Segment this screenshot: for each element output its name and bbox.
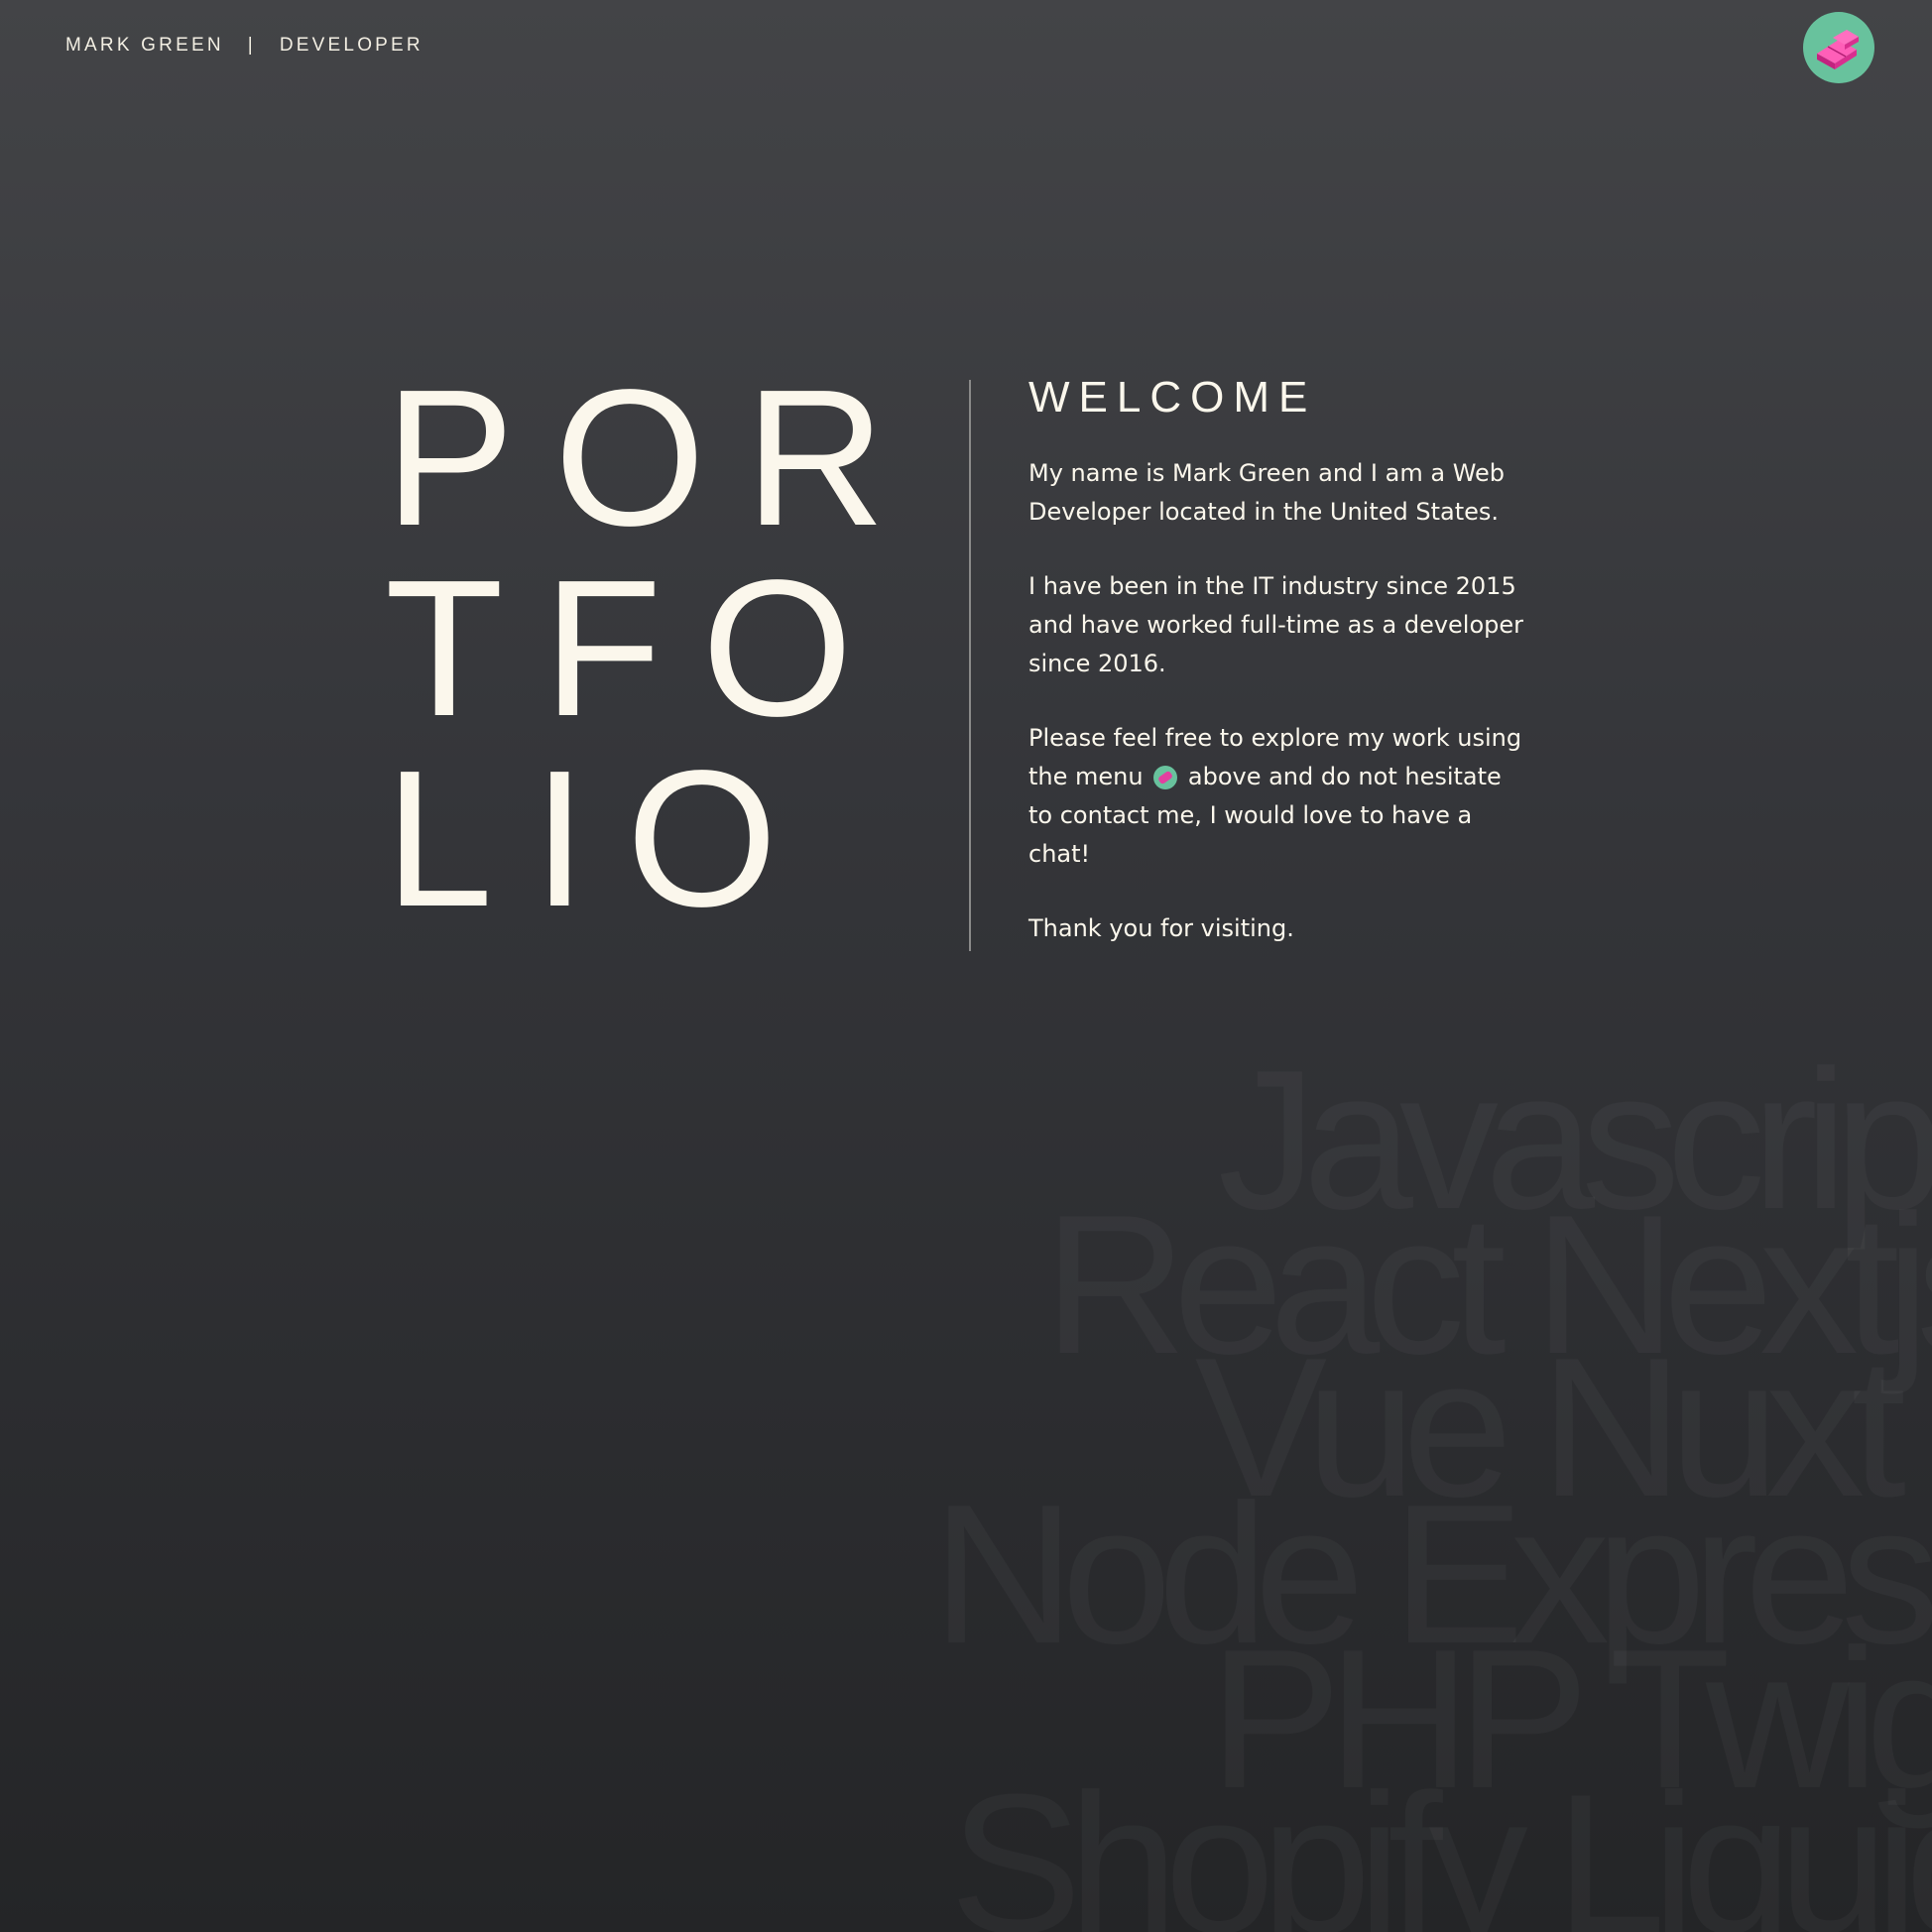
tech-item: React Nextjs — [1043, 1186, 1932, 1385]
menu-inline-icon — [1153, 766, 1178, 789]
intro-paragraph: I have been in the IT industry since 201… — [1028, 572, 1524, 677]
intro-paragraph: Thank you for visiting. — [1028, 914, 1294, 942]
vertical-divider — [969, 380, 971, 951]
welcome-heading: WELCOME — [1028, 373, 1317, 422]
keycap-icon — [1817, 30, 1859, 69]
tech-item: Vue Nuxt — [1195, 1329, 1892, 1527]
tech-item: Javascript — [1218, 1041, 1932, 1240]
intro-paragraph: Please feel free to explore my work usin… — [1028, 719, 1524, 874]
title-line: LIO — [385, 730, 817, 947]
menu-button[interactable] — [1803, 12, 1874, 83]
intro-paragraph: My name is Mark Green and I am a Web Dev… — [1028, 459, 1506, 526]
tech-item: PHP Twig — [1209, 1621, 1932, 1819]
title-line: POR — [385, 349, 925, 566]
brand-separator: | — [247, 35, 256, 56]
brand-role: DEVELOPER — [279, 35, 423, 56]
portfolio-title: POR TFO LIO — [385, 349, 940, 947]
tech-item: Node Express — [932, 1476, 1932, 1674]
site-brand: MARK GREEN | DEVELOPER — [65, 35, 423, 57]
tech-item: Shopify Liquid — [950, 1765, 1932, 1932]
title-line: TFO — [385, 540, 893, 757]
intro-text: My name is Mark Green and I am a Web Dev… — [1028, 454, 1524, 984]
brand-name: MARK GREEN — [65, 35, 224, 56]
tech-stack-background: Javascript React Nextjs Vue Nuxt Node Ex… — [0, 1031, 1932, 1932]
